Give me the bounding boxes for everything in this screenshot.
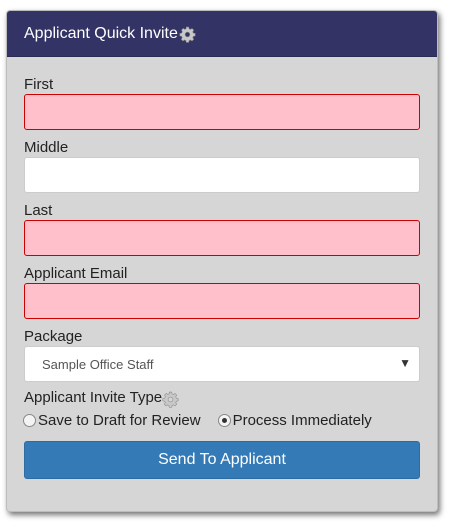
gear-icon[interactable] bbox=[179, 26, 196, 43]
applicant-quick-invite-panel: Applicant Quick Invite First Middle Last… bbox=[6, 10, 438, 512]
email-label: Applicant Email bbox=[24, 265, 128, 282]
invite-type-label-row: Applicant Invite Type bbox=[24, 386, 420, 408]
last-name-label: Last bbox=[24, 202, 53, 219]
panel-title: Applicant Quick Invite bbox=[24, 24, 178, 42]
form-body: First Middle Last Applicant Email Packag… bbox=[7, 57, 437, 479]
panel-header: Applicant Quick Invite bbox=[7, 11, 437, 57]
first-name-input[interactable] bbox=[24, 94, 420, 130]
radio-process-immediately[interactable]: Process Immediately bbox=[217, 411, 372, 429]
gear-icon[interactable] bbox=[162, 391, 179, 408]
package-label: Package bbox=[24, 328, 83, 345]
radio-save-to-draft[interactable]: Save to Draft for Review bbox=[23, 412, 201, 429]
chevron-down-icon: ▼ bbox=[399, 356, 411, 370]
last-name-input[interactable] bbox=[24, 220, 420, 256]
email-input[interactable] bbox=[24, 283, 420, 319]
middle-name-label: Middle bbox=[24, 139, 69, 156]
package-select[interactable]: Sample Office Staff ▼ bbox=[24, 346, 420, 382]
invite-type-radio-group: Save to Draft for Review Process Immedia… bbox=[23, 409, 420, 431]
radio-button[interactable] bbox=[23, 413, 36, 427]
invite-type-label: Applicant Invite Type bbox=[24, 388, 163, 406]
radio-button[interactable] bbox=[217, 413, 231, 427]
middle-name-input[interactable] bbox=[24, 157, 420, 193]
package-selected-value: Sample Office Staff bbox=[42, 356, 154, 372]
radio-label: Process Immediately bbox=[232, 411, 372, 429]
send-to-applicant-button[interactable]: Send To Applicant bbox=[24, 441, 420, 479]
radio-label: Save to Draft for Review bbox=[38, 411, 201, 429]
first-name-label: First bbox=[24, 76, 54, 93]
